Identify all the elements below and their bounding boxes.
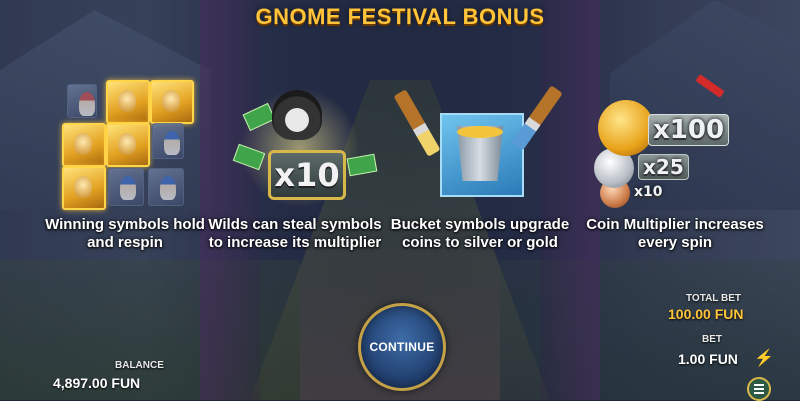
- coin-multiplier-icon: x100 x25 x10: [580, 74, 770, 208]
- lightning-off-icon[interactable]: ⚡: [754, 350, 774, 368]
- raccoon-wild-icon: x10: [200, 78, 390, 208]
- feature-wild-steal: x10 Wilds can steal symbols to increase …: [200, 78, 390, 278]
- bonus-title: GNOME FESTIVAL BONUS: [255, 4, 545, 29]
- feature-bucket-upgrade: Bucket symbols upgrade coins to silver o…: [385, 78, 575, 278]
- feature-description: Bucket symbols upgrade coins to silver o…: [390, 216, 570, 251]
- multiplier-x10: x10: [634, 184, 663, 200]
- multiplier-x100: x100: [648, 114, 730, 146]
- continue-button[interactable]: CONTINUE: [358, 303, 446, 391]
- total-bet-label: TOTAL BET: [686, 293, 741, 304]
- feature-hold-and-respin: Winning symbols hold and respin: [30, 78, 220, 278]
- hamburger-menu-icon[interactable]: [747, 377, 771, 401]
- wild-multiplier-badge: x10: [268, 150, 346, 200]
- multiplier-x25: x25: [638, 154, 689, 180]
- total-bet-value: 100.00 FUN: [668, 306, 744, 322]
- continue-label: CONTINUE: [369, 340, 435, 354]
- feature-description: Wilds can steal symbols to increase its …: [208, 216, 382, 251]
- balance-value: 4,897.00 FUN: [53, 375, 141, 391]
- feature-description: Winning symbols hold and respin: [45, 216, 205, 251]
- balance-label: BALANCE: [115, 360, 164, 371]
- bet-label: BET: [702, 334, 722, 345]
- gnome-symbols-grid-icon: [30, 78, 220, 210]
- bet-value: 1.00 FUN: [678, 351, 738, 367]
- feature-description: Coin Multiplier increases every spin: [586, 216, 764, 251]
- paint-bucket-icon: [385, 78, 575, 208]
- feature-coin-multiplier: x100 x25 x10 Coin Multiplier increases e…: [580, 74, 770, 278]
